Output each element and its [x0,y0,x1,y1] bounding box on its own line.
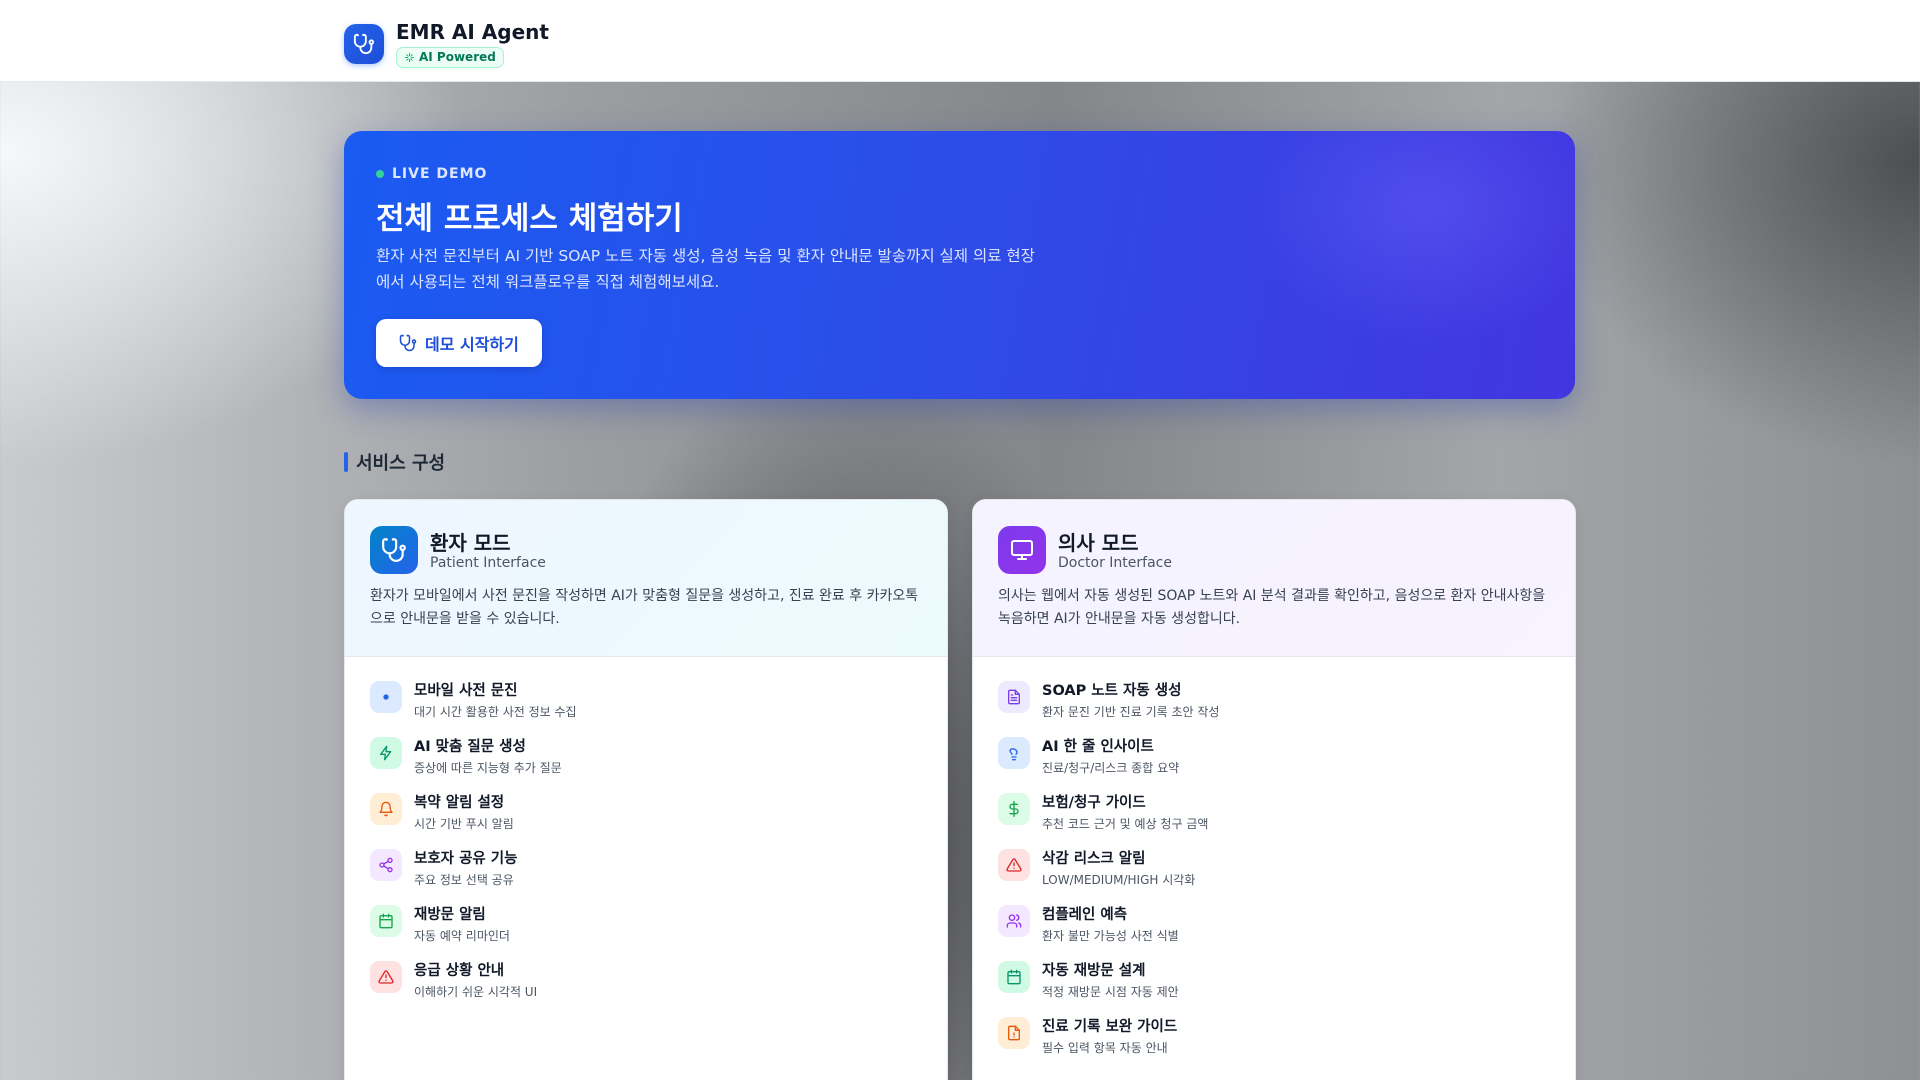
patient-feature-item[interactable]: 모바일 사전 문진대기 시간 활용한 사전 정보 수집 [370,681,922,737]
feature-subtitle: 필수 입력 항목 자동 안내 [1042,1041,1168,1055]
feature-title: 진료 기록 보완 가이드 [1042,1019,1178,1035]
patient-card-header: 환자 모드 Patient Interface 환자가 모바일에서 사전 문진을… [345,500,947,657]
feature-subtitle: 환자 문진 기반 진료 기록 초안 작성 [1042,705,1220,719]
feature-title: 보호자 공유 기능 [414,851,518,867]
sparkle-icon [404,52,415,63]
badge-label: AI Powered [419,50,496,64]
feature-subtitle: 주요 정보 선택 공유 [414,873,514,887]
feature-subtitle: 대기 시간 활용한 사전 정보 수집 [414,705,577,719]
calendar-icon [998,961,1030,993]
feature-title: 컴플레인 예측 [1042,907,1128,923]
dot-icon [370,681,402,713]
warning-icon [998,849,1030,881]
bell-icon [370,793,402,825]
lightning-icon [370,737,402,769]
stethoscope-icon [344,24,384,64]
feature-title: 삭감 리스크 알림 [1042,851,1146,867]
feature-subtitle: 환자 불만 가능성 사전 식별 [1042,929,1179,943]
doctor-mode-description: 의사는 웹에서 자동 생성된 SOAP 노트와 AI 분석 결과를 확인하고, … [998,588,1546,627]
file-alert-icon [998,1017,1030,1049]
patient-feature-item[interactable]: 보호자 공유 기능주요 정보 선택 공유 [370,849,922,905]
hero-description: 환자 사전 문진부터 AI 기반 SOAP 노트 자동 생성, 음성 녹음 및 … [376,247,1035,291]
brand[interactable]: EMR AI Agent AI Powered [344,20,549,68]
doctor-feature-item[interactable]: 삭감 리스크 알림 LOW/MEDIUM/HIGH 시각화 [998,849,1550,905]
feature-subtitle: 진료/청구/리스크 종합 요약 [1042,761,1180,775]
feature-subtitle: LOW/MEDIUM/HIGH 시각화 [1042,873,1196,887]
document-icon [998,681,1030,713]
start-demo-label: 데모 시작하기 [425,335,519,354]
patient-feature-list: 모바일 사전 문진 대기 시간 활용한 사전 정보 수집 AI 맞춤 질문 생성 증상… [345,657,947,1017]
doctor-mode-card[interactable]: 의사 모드 Doctor Interface 의사는 웹에서 자동 생성된 SO… [972,499,1576,1080]
section-heading: 서비스 구성 [344,449,445,475]
feature-title: 보험/청구 가이드 [1042,795,1146,811]
start-demo-button[interactable]: 데모 시작하기 [376,319,542,367]
feature-title: AI 한 줄 인사이트 [1042,739,1154,755]
feature-subtitle: 증상에 따른 지능형 추가 질문 [414,761,562,775]
lightbulb-icon [998,737,1030,769]
feature-subtitle: 시간 기반 푸시 알림 [414,817,514,831]
patient-feature-item[interactable]: 응급 상황 안내이해하기 쉬운 시각적 UI [370,961,922,1017]
patient-feature-item[interactable]: 재방문 알림자동 예약 리마인더 [370,905,922,961]
doctor-mode-subtitle: Doctor Interface [1058,555,1172,571]
monitor-icon [998,526,1046,574]
doctor-feature-item[interactable]: 진료 기록 보완 가이드필수 입력 항목 자동 안내 [998,1017,1550,1073]
patient-feature-item[interactable]: AI 맞춤 질문 생성증상에 따른 지능형 추가 질문 [370,737,922,793]
feature-title: AI 맞춤 질문 생성 [414,739,526,755]
patient-mode-card[interactable]: 환자 모드 Patient Interface 환자가 모바일에서 사전 문진을… [344,499,948,1080]
patient-mode-description: 환자가 모바일에서 사전 문진을 작성하면 AI가 맞춤형 질문을 생성하고, … [370,588,919,627]
doctor-feature-item[interactable]: 컴플레인 예측환자 불만 가능성 사전 식별 [998,905,1550,961]
app-title: EMR AI Agent [396,20,549,44]
feature-subtitle: 적정 재방문 시점 자동 제안 [1042,985,1179,999]
stethoscope-icon [370,526,418,574]
hero-title: 전체 프로세스 체험하기 [376,201,683,237]
section-accent-bar [344,452,348,472]
doctor-feature-item[interactable]: AI 한 줄 인사이트진료/청구/리스크 종합 요약 [998,737,1550,793]
share-icon [370,849,402,881]
ai-powered-badge: AI Powered [396,47,504,68]
doctor-feature-list: SOAP 노트 자동 생성 환자 문진 기반 진료 기록 초안 작성 AI 한 줄 … [973,657,1575,1073]
doctor-feature-item[interactable]: 보험/청구 가이드추천 코드 근거 및 예상 청구 금액 [998,793,1550,849]
live-dot-icon [376,170,384,178]
feature-subtitle: 자동 예약 리마인더 [414,929,510,943]
warning-icon [370,961,402,993]
patient-mode-title: 환자 모드 [430,531,511,555]
live-demo-tag: LIVE DEMO [376,166,487,182]
live-demo-banner: LIVE DEMO 전체 프로세스 체험하기 환자 사전 문진부터 AI 기반 … [344,131,1575,399]
patient-feature-item[interactable]: 복약 알림 설정시간 기반 푸시 알림 [370,793,922,849]
doctor-feature-item[interactable]: 자동 재방문 설계적정 재방문 시점 자동 제안 [998,961,1550,1017]
patient-mode-subtitle: Patient Interface [430,555,546,571]
feature-subtitle: 이해하기 쉬운 시각적 UI [414,985,538,999]
calendar-icon [370,905,402,937]
top-navbar: EMR AI Agent AI Powered [0,0,1920,82]
doctor-mode-title: 의사 모드 [1058,531,1139,555]
dollar-icon [998,793,1030,825]
live-demo-label: LIVE DEMO [392,166,488,182]
stethoscope-icon [399,334,417,352]
feature-title: SOAP 노트 자동 생성 [1042,683,1182,699]
feature-title: 재방문 알림 [414,907,486,923]
feature-subtitle: 추천 코드 근거 및 예상 청구 금액 [1042,817,1209,831]
feature-title: 응급 상황 안내 [414,963,505,979]
feature-title: 복약 알림 설정 [414,795,505,811]
users-icon [998,905,1030,937]
feature-title: 자동 재방문 설계 [1042,963,1146,979]
feature-title: 모바일 사전 문진 [414,683,518,699]
doctor-feature-item[interactable]: SOAP 노트 자동 생성환자 문진 기반 진료 기록 초안 작성 [998,681,1550,737]
doctor-card-header: 의사 모드 Doctor Interface 의사는 웹에서 자동 생성된 SO… [973,500,1575,657]
section-title: 서비스 구성 [356,453,446,474]
